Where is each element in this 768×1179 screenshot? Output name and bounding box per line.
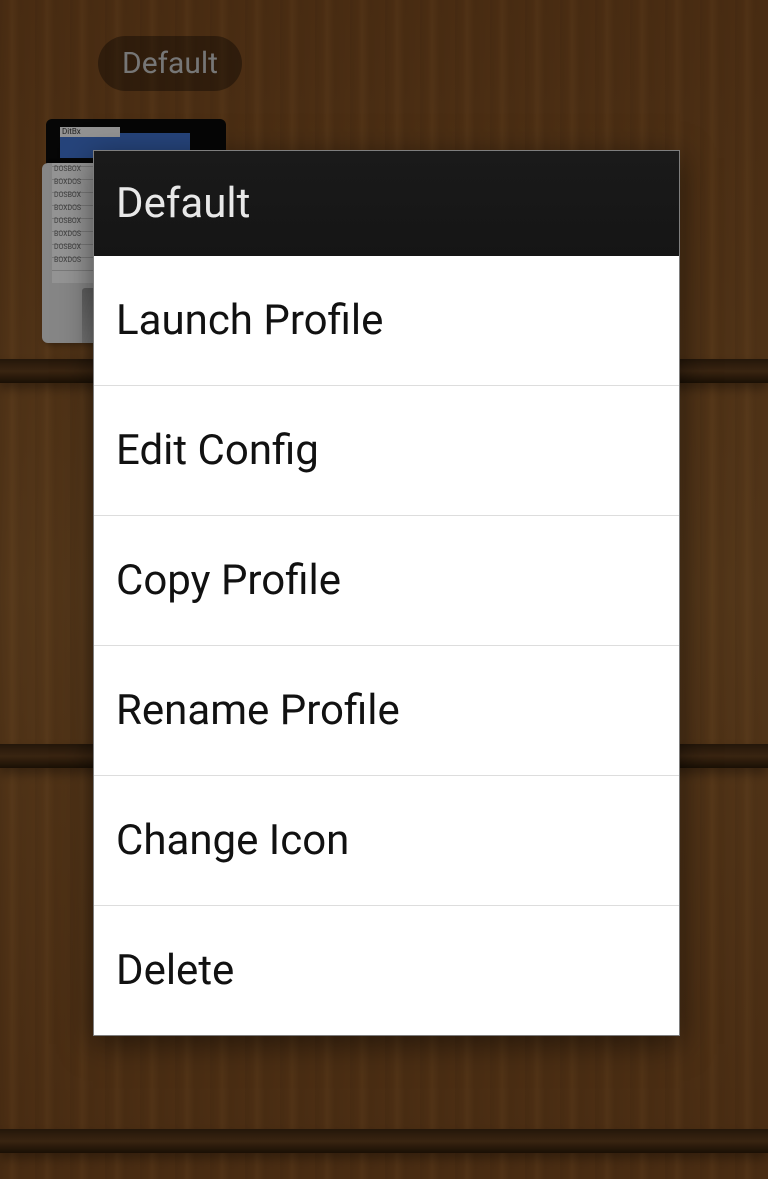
dialog-title: Default: [94, 151, 679, 256]
menu-item-launch-profile[interactable]: Launch Profile: [94, 256, 679, 386]
context-menu-dialog: Default Launch Profile Edit Config Copy …: [93, 150, 680, 1036]
menu-item-edit-config[interactable]: Edit Config: [94, 386, 679, 516]
menu-item-change-icon[interactable]: Change Icon: [94, 776, 679, 906]
menu-item-rename-profile[interactable]: Rename Profile: [94, 646, 679, 776]
menu-item-copy-profile[interactable]: Copy Profile: [94, 516, 679, 646]
menu-item-delete[interactable]: Delete: [94, 906, 679, 1035]
